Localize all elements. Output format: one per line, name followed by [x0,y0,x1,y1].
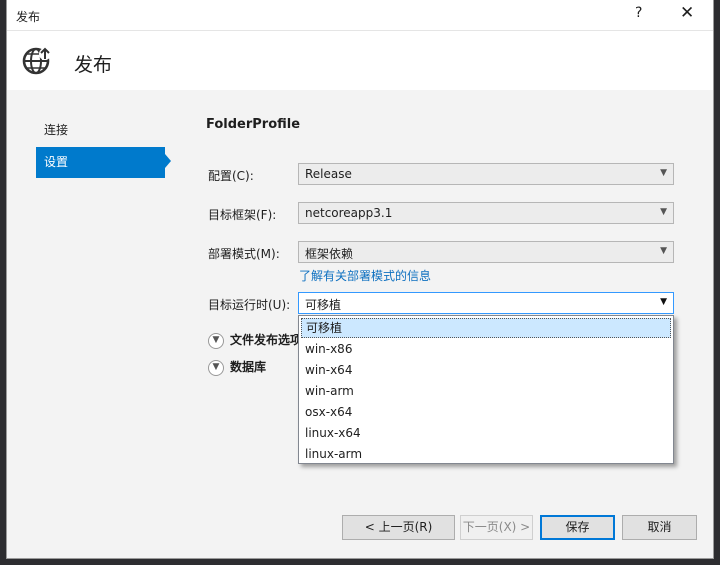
file-publish-options-section[interactable]: ▼ 文件发布选项 [208,331,302,349]
sidebar-item-settings[interactable]: 设置 [36,147,165,178]
target-runtime-select[interactable]: 可移植 ▼ [298,292,674,314]
runtime-option[interactable]: 可移植 [301,318,671,338]
dialog-header: 发布 [7,30,713,91]
runtime-option[interactable]: win-arm [301,381,671,401]
target-runtime-dropdown: 可移植 win-x86 win-x64 win-arm osx-x64 linu… [298,315,674,464]
expand-chevron-icon: ▼ [208,332,224,349]
chevron-down-icon: ▼ [660,297,667,307]
runtime-option[interactable]: osx-x64 [301,402,671,422]
header-title: 发布 [74,54,113,76]
dialog-content: 连接 设置 FolderProfile 配置(C): Release ▼ 目标框… [7,90,713,558]
deployment-mode-select[interactable]: 框架依赖 ▼ [298,241,674,263]
active-item-arrow [165,154,171,168]
next-button[interactable]: 下一页(X) > [460,515,533,540]
chevron-down-icon: ▼ [660,246,667,256]
configuration-label: 配置(C): [208,169,254,183]
deployment-mode-label: 部署模式(M): [208,247,280,261]
target-runtime-value: 可移植 [305,298,342,312]
deployment-mode-info-link[interactable]: 了解有关部署模式的信息 [299,267,431,284]
runtime-option[interactable]: win-x86 [301,339,671,359]
deployment-mode-value: 框架依赖 [305,247,354,261]
window-title: 发布 [16,10,41,24]
cancel-button[interactable]: 取消 [622,515,697,540]
configuration-select[interactable]: Release ▼ [298,163,674,185]
help-button[interactable]: ? [635,5,642,21]
expand-chevron-icon: ▼ [208,359,224,376]
close-button[interactable]: ✕ [680,3,694,23]
previous-button[interactable]: < 上一页(R) [342,515,455,540]
target-framework-value: netcoreapp3.1 [305,206,393,220]
target-framework-select[interactable]: netcoreapp3.1 ▼ [298,202,674,224]
target-runtime-label: 目标运行时(U): [208,298,291,312]
runtime-option[interactable]: linux-x64 [301,423,671,443]
runtime-option[interactable]: win-x64 [301,360,671,380]
publish-dialog: 发布 ? ✕ 发布 连接 设置 FolderProfile 配置(C): Rel… [7,0,713,558]
chevron-down-icon: ▼ [660,168,667,178]
publish-globe-icon [22,47,51,75]
chevron-down-icon: ▼ [660,207,667,217]
target-framework-label: 目标框架(F): [208,208,277,222]
section-label: 文件发布选项 [230,333,303,347]
database-section[interactable]: ▼ 数据库 [208,358,266,376]
runtime-option[interactable]: linux-arm [301,444,671,464]
save-button[interactable]: 保存 [540,515,615,540]
sidebar-item-connection[interactable]: 连接 [36,115,165,146]
configuration-value: Release [305,167,352,181]
profile-name: FolderProfile [206,117,301,132]
section-label: 数据库 [230,360,267,374]
title-bar: 发布 ? ✕ [7,0,713,30]
